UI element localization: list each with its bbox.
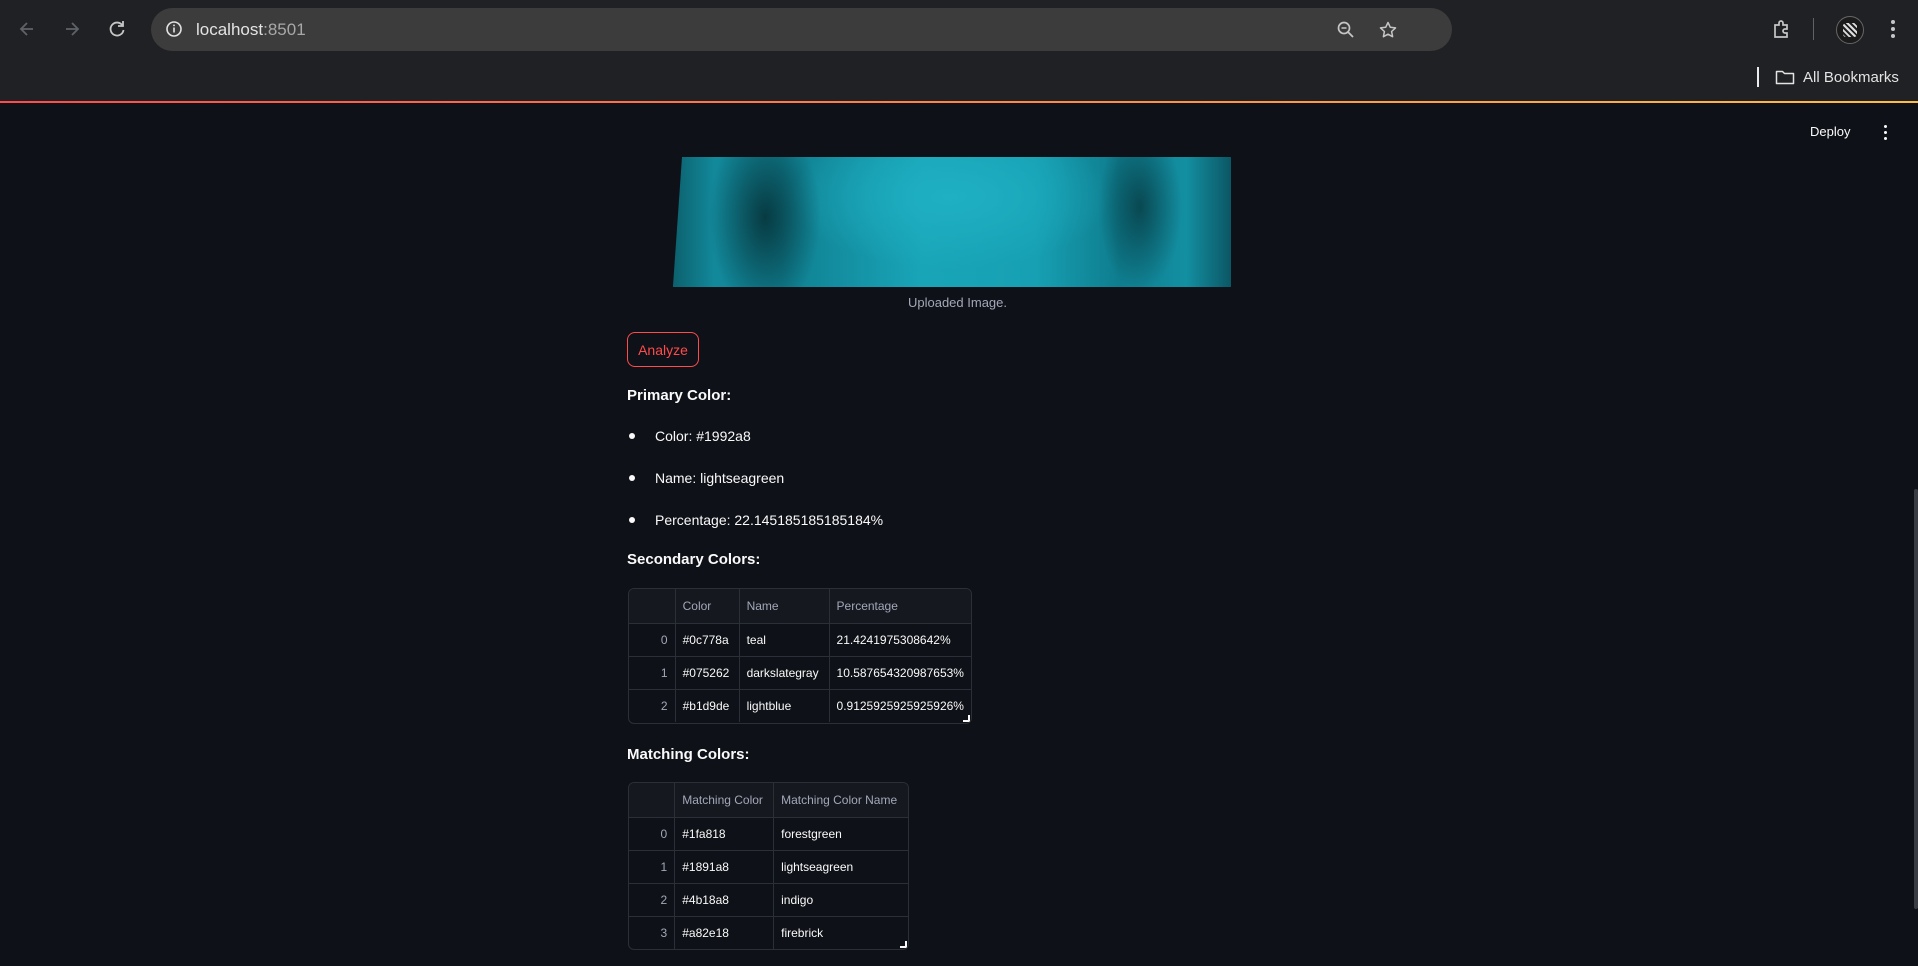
row-index: 1 — [629, 656, 676, 690]
analyze-button[interactable]: Analyze — [627, 332, 699, 367]
secondary-colors-table[interactable]: Color Name Percentage 0 #0c778a teal 21.… — [628, 588, 972, 724]
cell-color[interactable]: #0c778a — [675, 623, 740, 657]
profile-avatar[interactable] — [1836, 16, 1864, 44]
cell-name[interactable]: lightblue — [739, 689, 830, 722]
forward-button[interactable] — [55, 12, 89, 46]
uploaded-image — [670, 157, 1231, 287]
primary-name-value: Name: lightseagreen — [655, 470, 785, 486]
all-bookmarks-label: All Bookmarks — [1803, 68, 1899, 86]
table-row[interactable]: 2 #4b18a8 indigo — [629, 883, 908, 917]
cell-matching-color-name[interactable]: forestgreen — [773, 817, 908, 851]
table-resize-handle[interactable] — [900, 941, 907, 948]
primary-name-item: Name: lightseagreen — [627, 470, 784, 486]
primary-color-item: Color: #1992a8 — [627, 428, 751, 444]
column-header-matching-color[interactable]: Matching Color — [674, 783, 775, 818]
table-row[interactable]: 2 #b1d9de lightblue 0.9125925925925926% — [629, 689, 971, 723]
cell-matching-color[interactable]: #a82e18 — [674, 916, 775, 949]
bookmarks-bar: All Bookmarks — [0, 59, 1918, 101]
cell-matching-color-name[interactable]: indigo — [773, 883, 908, 917]
bullet-dot — [629, 433, 635, 439]
cell-name[interactable]: teal — [739, 623, 830, 657]
deploy-button[interactable]: Deploy — [1810, 124, 1850, 139]
back-button[interactable] — [10, 12, 44, 46]
secondary-colors-heading: Secondary Colors: — [627, 551, 761, 568]
column-header-color[interactable]: Color — [675, 589, 740, 624]
toolbar-separator — [1813, 18, 1814, 40]
row-index: 3 — [629, 916, 676, 949]
table-row[interactable]: 0 #0c778a teal 21.4241975308642% — [629, 623, 971, 657]
row-index: 2 — [629, 689, 676, 722]
url-text[interactable]: localhost:8501 — [196, 20, 306, 40]
table-header-row: Matching Color Matching Color Name — [629, 783, 908, 818]
arrow-right-icon — [66, 22, 80, 36]
primary-percentage-value: Percentage: 22.145185185185184% — [655, 512, 884, 528]
table-row[interactable]: 1 #075262 darkslategray 10.5876543209876… — [629, 656, 971, 690]
row-index: 0 — [629, 623, 676, 657]
extensions-icon[interactable] — [1765, 12, 1799, 46]
table-row[interactable]: 0 #1fa818 forestgreen — [629, 817, 908, 851]
matching-colors-table[interactable]: Matching Color Matching Color Name 0 #1f… — [628, 782, 909, 950]
column-header-percentage[interactable]: Percentage — [829, 589, 971, 624]
bookmark-star-icon[interactable] — [1374, 16, 1402, 44]
column-header-index[interactable] — [629, 783, 676, 818]
cell-color[interactable]: #075262 — [675, 656, 740, 690]
cell-percentage[interactable]: 0.9125925925925926% — [829, 690, 971, 723]
row-index: 2 — [629, 883, 676, 917]
cell-matching-color[interactable]: #4b18a8 — [674, 883, 775, 917]
bullet-dot — [629, 517, 635, 523]
primary-percentage-item: Percentage: 22.145185185185184% — [627, 512, 883, 528]
image-caption: Uploaded Image. — [907, 295, 1007, 310]
column-header-matching-color-name[interactable]: Matching Color Name — [773, 783, 908, 818]
arrow-left-icon — [19, 22, 33, 36]
table-resize-handle[interactable] — [963, 715, 970, 722]
cell-percentage[interactable]: 21.4241975308642% — [829, 623, 971, 657]
primary-color-heading: Primary Color: — [627, 387, 732, 404]
folder-icon — [1775, 70, 1795, 85]
page-scrollbar[interactable] — [1914, 489, 1918, 909]
main-menu-icon[interactable] — [1876, 122, 1894, 142]
row-index: 1 — [629, 850, 676, 884]
site-info-icon[interactable] — [161, 16, 187, 42]
cell-color[interactable]: #b1d9de — [675, 689, 740, 722]
url-port: :8501 — [263, 20, 306, 39]
zoom-icon[interactable] — [1332, 16, 1360, 44]
cell-name[interactable]: darkslategray — [739, 656, 830, 690]
browser-chrome: localhost:8501 All Bookmarks — [0, 0, 1918, 101]
cell-matching-color-name[interactable]: firebrick — [774, 917, 908, 950]
browser-menu-icon[interactable] — [1876, 12, 1910, 46]
reload-icon — [109, 21, 125, 37]
table-row[interactable]: 1 #1891a8 lightseagreen — [629, 850, 908, 884]
all-bookmarks-button[interactable]: All Bookmarks — [1775, 65, 1899, 89]
bullet-dot — [629, 475, 635, 481]
address-bar[interactable]: localhost:8501 — [151, 8, 1452, 51]
row-index: 0 — [629, 817, 676, 851]
url-host: localhost — [196, 20, 264, 39]
table-header-row: Color Name Percentage — [629, 589, 971, 624]
bookmarks-separator — [1757, 67, 1759, 87]
cell-matching-color[interactable]: #1fa818 — [674, 817, 775, 851]
reload-button[interactable] — [100, 12, 134, 46]
primary-color-value: Color: #1992a8 — [655, 428, 751, 444]
matching-colors-heading: Matching Colors: — [627, 746, 750, 763]
cell-percentage[interactable]: 10.587654320987653% — [829, 656, 971, 690]
cell-matching-color[interactable]: #1891a8 — [674, 850, 775, 884]
cell-matching-color-name[interactable]: lightseagreen — [773, 850, 908, 884]
column-header-name[interactable]: Name — [739, 589, 830, 624]
table-row[interactable]: 3 #a82e18 firebrick — [629, 916, 908, 950]
browser-toolbar: localhost:8501 — [0, 0, 1918, 59]
column-header-index[interactable] — [629, 589, 676, 624]
app-main: Deploy Uploaded Image. Analyze Primary C… — [0, 103, 1918, 966]
